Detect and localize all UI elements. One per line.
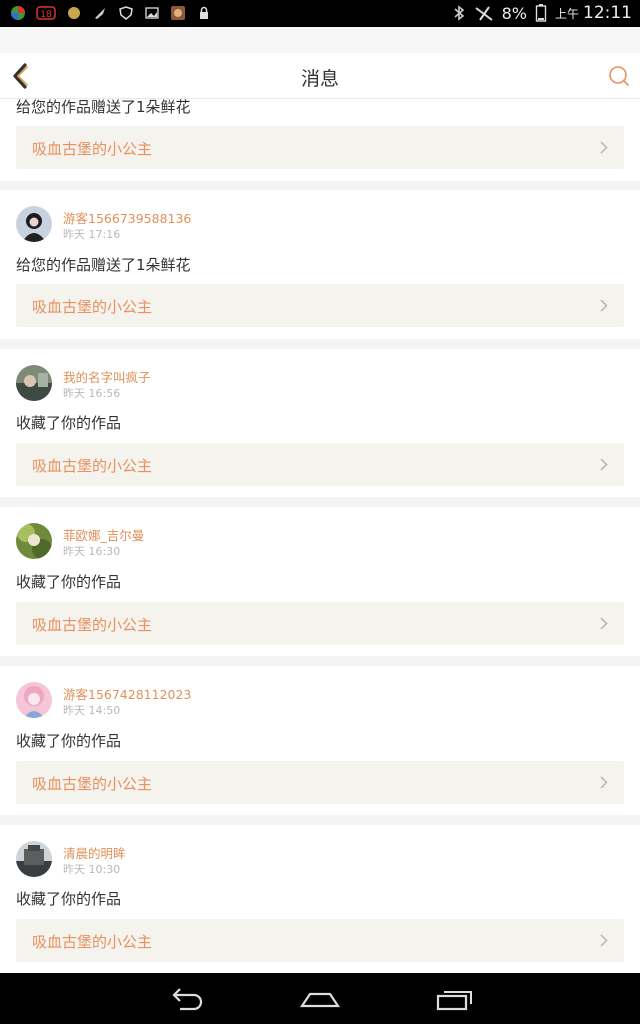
app-bar: 消息 <box>0 53 640 99</box>
work-link[interactable]: 吸血古堡的小公主 <box>16 602 624 645</box>
badge-icon: 18 <box>36 6 56 20</box>
avatar[interactable] <box>16 523 52 559</box>
avatar[interactable] <box>16 365 52 401</box>
username[interactable]: 菲欧娜_吉尔曼 <box>63 525 144 544</box>
header-spacer <box>0 27 640 53</box>
chevron-right-icon <box>600 934 608 947</box>
message-text: 收藏了你的作品 <box>16 732 122 750</box>
timestamp: 昨天 17:16 <box>63 228 121 241</box>
message-card: 游客1566739588136 昨天 17:16 给您的作品赠送了1朵鲜花 吸血… <box>0 190 640 339</box>
message-card: 我的名字叫疯子 昨天 16:56 收藏了你的作品 吸血古堡的小公主 <box>0 349 640 497</box>
navigation-bar <box>0 973 640 1024</box>
game-icon <box>171 6 185 20</box>
clock-ampm: 上午 <box>554 6 579 21</box>
coin-icon <box>68 7 80 19</box>
username[interactable]: 我的名字叫疯子 <box>63 367 151 386</box>
message-card: 游客1567428112023 昨天 14:50 收藏了你的作品 吸血古堡的小公… <box>0 666 640 815</box>
chevron-right-icon <box>600 776 608 789</box>
shield-icon <box>119 6 133 20</box>
work-title: 吸血古堡的小公主 <box>32 140 153 158</box>
message-text: 收藏了你的作品 <box>16 573 122 591</box>
back-nav-icon[interactable] <box>166 986 206 1012</box>
message-text: 收藏了你的作品 <box>16 414 122 432</box>
status-bar: 18 8% 上午 12:11 <box>0 0 640 27</box>
chevron-right-icon <box>600 458 608 471</box>
work-title: 吸血古堡的小公主 <box>32 933 153 951</box>
notification-icons: 18 <box>10 5 212 21</box>
username[interactable]: 清晨的明眸 <box>63 843 126 862</box>
message-card: 菲欧娜_吉尔曼 昨天 16:30 收藏了你的作品 吸血古堡的小公主 <box>0 507 640 656</box>
chevron-right-icon <box>600 141 608 154</box>
battery-icon <box>535 4 547 22</box>
work-link[interactable]: 吸血古堡的小公主 <box>16 919 624 962</box>
system-status: 8% 上午 12:11 <box>452 3 632 23</box>
page-title: 消息 <box>300 68 339 90</box>
message-card: 给您的作品赠送了1朵鲜花 吸血古堡的小公主 <box>0 99 640 181</box>
message-text: 给您的作品赠送了1朵鲜花 <box>16 256 191 274</box>
home-nav-icon[interactable] <box>300 986 340 1012</box>
username[interactable]: 游客1567428112023 <box>63 684 191 703</box>
lock-icon <box>200 6 208 19</box>
rocket-icon <box>95 8 105 19</box>
work-link[interactable]: 吸血古堡的小公主 <box>16 126 624 169</box>
search-icon[interactable] <box>608 65 630 87</box>
recents-nav-icon[interactable] <box>435 986 475 1012</box>
svg-text:18: 18 <box>40 10 52 20</box>
message-text: 收藏了你的作品 <box>16 890 122 908</box>
avatar[interactable] <box>16 682 52 718</box>
app-logo-icon <box>11 6 25 20</box>
work-title: 吸血古堡的小公主 <box>32 457 153 475</box>
avatar[interactable] <box>16 841 52 877</box>
work-title: 吸血古堡的小公主 <box>32 298 153 316</box>
timestamp: 昨天 16:30 <box>63 545 121 558</box>
work-link[interactable]: 吸血古堡的小公主 <box>16 761 624 804</box>
clock-time: 12:11 <box>583 3 632 23</box>
work-link[interactable]: 吸血古堡的小公主 <box>16 443 624 486</box>
timestamp: 昨天 14:50 <box>63 704 121 717</box>
image-icon <box>145 7 159 19</box>
message-card: 清晨的明眸 昨天 10:30 收藏了你的作品 吸血古堡的小公主 <box>0 825 640 973</box>
wifi-off-icon <box>474 6 493 21</box>
work-title: 吸血古堡的小公主 <box>32 616 153 634</box>
message-list[interactable]: 给您的作品赠送了1朵鲜花 吸血古堡的小公主 游客1566739588136 昨天… <box>0 99 640 973</box>
work-title: 吸血古堡的小公主 <box>32 775 153 793</box>
battery-percent: 8% <box>501 3 527 23</box>
username[interactable]: 游客1566739588136 <box>63 208 191 227</box>
timestamp: 昨天 16:56 <box>63 387 121 400</box>
timestamp: 昨天 10:30 <box>63 863 121 876</box>
chevron-right-icon <box>600 617 608 630</box>
chevron-right-icon <box>600 299 608 312</box>
avatar[interactable] <box>16 206 52 242</box>
message-text: 给您的作品赠送了1朵鲜花 <box>16 99 191 116</box>
work-link[interactable]: 吸血古堡的小公主 <box>16 284 624 327</box>
bluetooth-icon <box>454 5 464 21</box>
